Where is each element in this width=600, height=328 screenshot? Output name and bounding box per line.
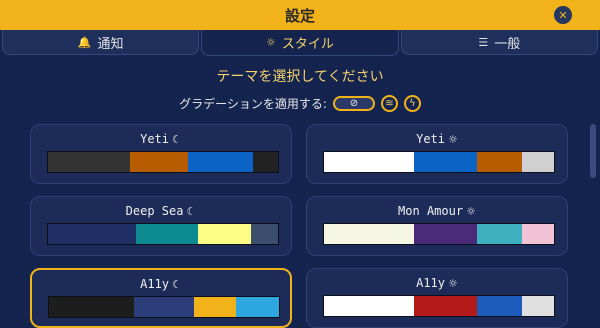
theme-name: Deep Sea xyxy=(125,204,184,218)
theme-title: A11y ☾ xyxy=(32,277,290,291)
tab-style[interactable]: ☼ スタイル xyxy=(201,30,399,56)
color-swatch xyxy=(414,152,478,172)
color-swatch xyxy=(414,224,478,244)
close-button[interactable]: ✕ xyxy=(554,6,572,24)
list-icon: ☰ xyxy=(478,35,489,49)
color-swatch xyxy=(477,224,523,244)
title-bar: 設定 ✕ xyxy=(0,0,600,30)
color-swatch xyxy=(414,296,478,316)
gradient-row: グラデーションを適用する: ⊘ ≋ ϟ xyxy=(0,95,600,112)
lightning-icon: ϟ xyxy=(409,98,416,109)
color-swatch xyxy=(236,297,279,317)
gradient-waves-button[interactable]: ≋ xyxy=(380,95,398,112)
color-swatch xyxy=(522,224,554,244)
gradient-label: グラデーションを適用する: xyxy=(179,97,327,111)
theme-name: Yeti xyxy=(140,132,170,146)
color-swatch xyxy=(49,297,135,317)
color-swatch xyxy=(134,297,194,317)
color-swatches xyxy=(323,223,555,245)
color-swatch xyxy=(187,152,254,172)
theme-title: A11y ☼ xyxy=(307,276,567,290)
theme-title: Mon Amour ☼ xyxy=(307,204,567,218)
theme-card[interactable]: A11y ☾ xyxy=(30,268,292,328)
tab-label: スタイル xyxy=(281,37,334,52)
theme-name: A11y xyxy=(140,277,170,291)
color-swatch xyxy=(324,152,415,172)
color-swatch xyxy=(324,224,415,244)
scrollbar[interactable] xyxy=(590,124,596,300)
color-swatch xyxy=(522,152,554,172)
none-icon: ⊘ xyxy=(349,98,359,109)
window-title: 設定 xyxy=(284,6,315,25)
gradient-lightning-button[interactable]: ϟ xyxy=(403,95,421,112)
color-swatches xyxy=(47,151,279,173)
sun-icon: ☼ xyxy=(448,277,458,290)
theme-name: Mon Amour xyxy=(398,204,464,218)
tab-notifications[interactable]: 🔔 通知 xyxy=(2,30,200,55)
color-swatch xyxy=(477,152,523,172)
theme-title: Yeti ☼ xyxy=(307,132,567,146)
color-swatch xyxy=(136,224,199,244)
color-swatches xyxy=(323,295,555,317)
section-title: テーマを選択してください xyxy=(216,69,384,85)
moon-icon: ☾ xyxy=(172,133,182,146)
theme-card[interactable]: Deep Sea ☾ xyxy=(30,196,292,256)
color-swatch xyxy=(477,296,523,316)
theme-name: Yeti xyxy=(416,132,446,146)
theme-title: Yeti ☾ xyxy=(31,132,291,146)
color-swatch xyxy=(198,224,252,244)
sun-icon: ☼ xyxy=(266,36,276,49)
color-swatch xyxy=(48,152,131,172)
bell-icon: 🔔 xyxy=(77,35,92,49)
moon-icon: ☾ xyxy=(186,205,197,218)
color-swatch xyxy=(522,296,554,316)
tab-label: 通知 xyxy=(97,36,124,52)
moon-icon: ☾ xyxy=(172,278,182,291)
sun-icon: ☼ xyxy=(448,133,458,146)
color-swatch xyxy=(251,224,278,244)
theme-card[interactable]: Yeti ☼ xyxy=(306,124,568,184)
color-swatch xyxy=(48,224,137,244)
theme-title: Deep Sea ☾ xyxy=(31,204,291,218)
color-swatches xyxy=(48,296,280,318)
gradient-none-button[interactable]: ⊘ xyxy=(332,96,375,111)
waves-icon: ≋ xyxy=(385,98,394,109)
color-swatches xyxy=(323,151,555,173)
color-swatch xyxy=(130,152,188,172)
theme-card[interactable]: A11y ☼ xyxy=(306,268,568,328)
theme-card[interactable]: Mon Amour ☼ xyxy=(306,196,568,256)
scrollbar-thumb[interactable] xyxy=(590,124,596,178)
color-swatches xyxy=(47,223,279,245)
color-swatch xyxy=(324,296,415,316)
theme-name: A11y xyxy=(416,276,446,290)
theme-card[interactable]: Yeti ☾ xyxy=(30,124,292,184)
tab-label: 一般 xyxy=(494,36,521,52)
color-swatch xyxy=(253,152,278,172)
color-swatch xyxy=(193,297,237,317)
close-icon: ✕ xyxy=(558,8,568,22)
tab-general[interactable]: ☰ 一般 xyxy=(400,30,598,55)
tab-bar: 🔔 通知 ☼ スタイル ☰ 一般 xyxy=(0,30,600,56)
sun-icon: ☼ xyxy=(466,205,476,218)
